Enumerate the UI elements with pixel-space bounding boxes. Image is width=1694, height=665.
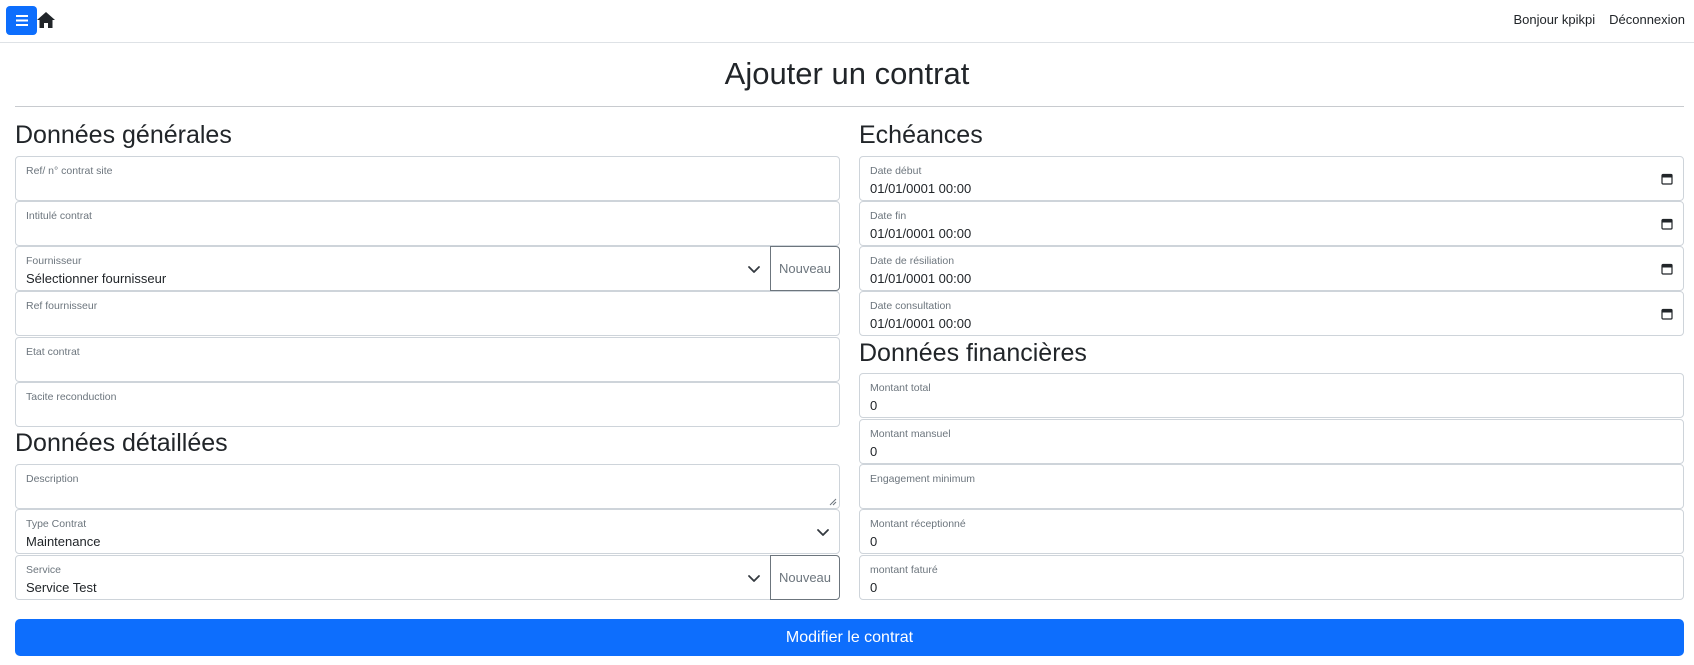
fournisseur-value: Sélectionner fournisseur: [26, 271, 167, 286]
service-value: Service Test: [26, 580, 97, 595]
calendar-icon[interactable]: [1661, 173, 1673, 185]
date-debut-label: Date début: [870, 165, 922, 177]
montant-facture-field[interactable]: montant faturé 0: [859, 555, 1684, 600]
date-consultation-value: 01/01/0001 00:00: [870, 316, 972, 331]
fournisseur-new-button[interactable]: Nouveau: [770, 246, 840, 291]
chevron-down-icon: [748, 575, 760, 582]
engagement-minimum-label: Engagement minimum: [870, 473, 976, 485]
section-title-echeances: Echéances: [859, 121, 983, 149]
menu-toggle-button[interactable]: [6, 6, 37, 35]
tacite-reconduction-field[interactable]: Tacite reconduction: [15, 382, 840, 427]
montant-receptionne-value: 0: [870, 534, 878, 549]
resize-handle-icon[interactable]: [829, 498, 837, 506]
montant-total-value: 0: [870, 398, 878, 413]
etat-contrat-label: Etat contrat: [26, 346, 80, 358]
date-resiliation-value: 01/01/0001 00:00: [870, 271, 972, 286]
section-title-details: Données détaillées: [15, 429, 228, 457]
home-icon[interactable]: [36, 11, 56, 29]
engagement-minimum-field[interactable]: Engagement minimum: [859, 464, 1684, 509]
chevron-down-icon: [748, 266, 760, 273]
fournisseur-label: Fournisseur: [26, 255, 82, 267]
montant-facture-label: montant faturé: [870, 564, 938, 576]
ref-contrat-label: Ref/ n° contrat site: [26, 165, 113, 177]
montant-receptionne-field[interactable]: Montant réceptionné 0: [859, 509, 1684, 554]
intitule-contrat-field[interactable]: Intitulé contrat: [15, 201, 840, 246]
montant-receptionne-label: Montant réceptionné: [870, 518, 966, 530]
intitule-contrat-label: Intitulé contrat: [26, 210, 92, 222]
ref-contrat-field[interactable]: Ref/ n° contrat site: [15, 156, 840, 201]
submit-contract-button[interactable]: Modifier le contrat: [15, 619, 1684, 656]
date-fin-input[interactable]: Date fin 01/01/0001 00:00: [859, 201, 1684, 246]
fournisseur-select[interactable]: Fournisseur Sélectionner fournisseur: [15, 246, 771, 291]
montant-total-label: Montant total: [870, 382, 931, 394]
montant-mensuel-value: 0: [870, 444, 878, 459]
page-title: Ajouter un contrat: [724, 56, 970, 91]
date-resiliation-input[interactable]: Date de résiliation 01/01/0001 00:00: [859, 246, 1684, 291]
ref-fournisseur-label: Ref fournisseur: [26, 300, 98, 312]
date-fin-value: 01/01/0001 00:00: [870, 226, 972, 241]
service-new-button[interactable]: Nouveau: [770, 555, 840, 600]
calendar-icon[interactable]: [1661, 263, 1673, 275]
montant-mensuel-label: Montant mansuel: [870, 428, 951, 440]
description-textarea[interactable]: Description: [15, 464, 840, 509]
date-resiliation-label: Date de résiliation: [870, 255, 955, 267]
montant-total-field[interactable]: Montant total 0: [859, 373, 1684, 418]
ref-fournisseur-field[interactable]: Ref fournisseur: [15, 291, 840, 336]
date-fin-label: Date fin: [870, 210, 907, 222]
montant-mensuel-field[interactable]: Montant mansuel 0: [859, 419, 1684, 464]
service-select[interactable]: Service Service Test: [15, 555, 771, 600]
logout-link[interactable]: Déconnexion: [1609, 12, 1685, 27]
montant-facture-value: 0: [870, 580, 878, 595]
top-navbar: Bonjour kpikpi Déconnexion: [0, 0, 1694, 43]
greeting-text: Bonjour kpikpi: [1513, 12, 1596, 27]
date-consultation-label: Date consultation: [870, 300, 952, 312]
type-contrat-select[interactable]: Type Contrat Maintenance: [15, 509, 840, 554]
date-consultation-input[interactable]: Date consultation 01/01/0001 00:00: [859, 291, 1684, 336]
description-label: Description: [26, 473, 79, 485]
calendar-icon[interactable]: [1661, 218, 1673, 230]
hamburger-icon: [15, 15, 28, 26]
title-divider: [15, 106, 1684, 107]
date-debut-input[interactable]: Date début 01/01/0001 00:00: [859, 156, 1684, 201]
section-title-general: Données générales: [15, 121, 232, 149]
type-contrat-label: Type Contrat: [26, 518, 87, 530]
section-title-finance: Données financières: [859, 339, 1087, 367]
type-contrat-value: Maintenance: [26, 534, 101, 549]
service-label: Service: [26, 564, 62, 576]
etat-contrat-field[interactable]: Etat contrat: [15, 337, 840, 382]
calendar-icon[interactable]: [1661, 308, 1673, 320]
date-debut-value: 01/01/0001 00:00: [870, 181, 972, 196]
tacite-reconduction-label: Tacite reconduction: [26, 391, 117, 403]
chevron-down-icon: [817, 529, 829, 536]
